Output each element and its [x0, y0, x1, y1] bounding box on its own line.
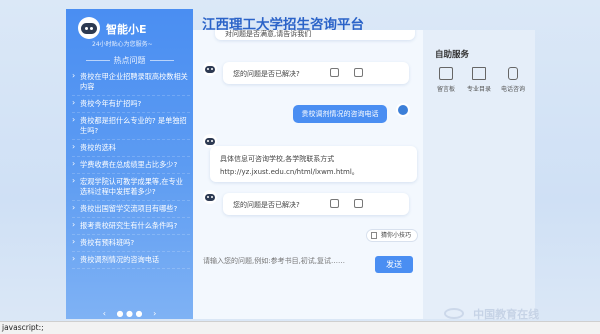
service-major-catalog[interactable]: 专业目录: [462, 67, 496, 93]
hot-question-item[interactable]: 贵校都是招什么专业的? 是单独招生吗?: [72, 113, 190, 140]
related-tips-button[interactable]: 猜你小技巧: [366, 229, 418, 242]
hot-question-item[interactable]: 贵校今年有扩招吗?: [72, 96, 190, 113]
user-avatar: [396, 103, 410, 117]
hot-question-item[interactable]: 贵校有预科班吗?: [72, 235, 190, 252]
hot-question-item[interactable]: 宏观学院认可教学成果等,在专业选科过程中发挥着多少?: [72, 174, 190, 201]
eol-logo-icon: [444, 308, 464, 319]
service-label: 专业目录: [466, 86, 491, 93]
bot-name: 智能小E: [106, 23, 147, 36]
hot-question-item[interactable]: 贵校在甲企业招聘录取高校数相关内容: [72, 69, 190, 96]
chat-bot-message: 您的问题是否已解决?: [233, 201, 300, 209]
hot-question-item[interactable]: 贵校出国留学交流项目有哪些?: [72, 201, 190, 218]
pager-dots[interactable]: ● ● ●: [116, 309, 142, 318]
chat-top-text: 对问题是否满意,请告诉我们: [225, 30, 312, 38]
phone-icon: [508, 67, 518, 80]
related-tips-label: 猜你小技巧: [381, 232, 412, 239]
status-bar-text: javascript:;: [2, 323, 44, 332]
thumb-down-icon[interactable]: [354, 68, 363, 77]
hot-questions-sidebar: 智能小E 24小时贴心为您服务~ 热点问题 贵校在甲企业招聘录取高校数相关内容 …: [66, 9, 193, 319]
bot-header: [78, 17, 100, 39]
self-service-title: 自助服务: [435, 50, 470, 60]
chat-bubble-bot: 您的问题是否已解决?: [223, 62, 409, 84]
service-label: 电话咨询: [500, 86, 525, 93]
thumb-down-icon[interactable]: [354, 199, 363, 208]
document-icon: [371, 232, 377, 239]
bot-avatar-icon: [203, 190, 217, 204]
hot-question-item[interactable]: 报考贵校研究生有什么条件吗?: [72, 218, 190, 235]
hot-question-item[interactable]: 贵校的选科: [72, 140, 190, 157]
pager-prev-icon[interactable]: ‹: [103, 309, 106, 318]
chat-input-area: 发送: [193, 245, 423, 319]
hot-question-item[interactable]: 贵校调剂情况的咨询电话: [72, 252, 190, 269]
question-input[interactable]: [203, 257, 373, 265]
thumb-up-icon[interactable]: [330, 199, 339, 208]
bot-subtitle: 24小时贴心为您服务~: [92, 41, 153, 48]
service-label: 留言板: [436, 86, 455, 93]
book-icon: [472, 67, 486, 80]
bot-avatar-icon: [203, 62, 217, 76]
thumb-up-icon[interactable]: [330, 68, 339, 77]
message-board-icon: [439, 67, 453, 80]
chat-answer-link[interactable]: http://yz.jxust.edu.cn/html/lxwm.html。: [220, 167, 359, 177]
chat-bubble-bot: 您的问题是否已解决?: [223, 193, 409, 215]
self-service-panel: 自助服务 留言板 专业目录 电话咨询: [423, 30, 535, 319]
service-phone[interactable]: 电话咨询: [496, 67, 530, 93]
hot-questions-title: 热点问题: [66, 55, 193, 66]
hot-question-item[interactable]: 学费收费在总成绩里占比多少?: [72, 157, 190, 174]
chat-answer-line: 具体信息可咨询学校,各学院联系方式: [220, 155, 335, 163]
chat-bubble-user: 贵校调剂情况的咨询电话: [293, 105, 387, 123]
questions-pager: ‹ ● ● ● ›: [66, 309, 193, 318]
hot-questions-list: 贵校在甲企业招聘录取高校数相关内容 贵校今年有扩招吗? 贵校都是招什么专业的? …: [72, 69, 190, 269]
eol-logo-text: 中国教育在线: [473, 307, 540, 321]
eol-logo: 中国教育在线: [444, 303, 539, 322]
pager-next-icon[interactable]: ›: [153, 309, 156, 318]
service-message-board[interactable]: 留言板: [429, 67, 463, 93]
browser-status-bar: javascript:;: [0, 321, 600, 334]
chat-bubble-top: 对问题是否满意,请告诉我们: [215, 30, 415, 40]
chat-bot-message: 您的问题是否已解决?: [233, 70, 300, 78]
bot-avatar-icon: [78, 17, 100, 39]
send-button[interactable]: 发送: [375, 256, 413, 273]
chat-bubble-answer: 具体信息可咨询学校,各学院联系方式 http://yz.jxust.edu.cn…: [210, 146, 417, 182]
